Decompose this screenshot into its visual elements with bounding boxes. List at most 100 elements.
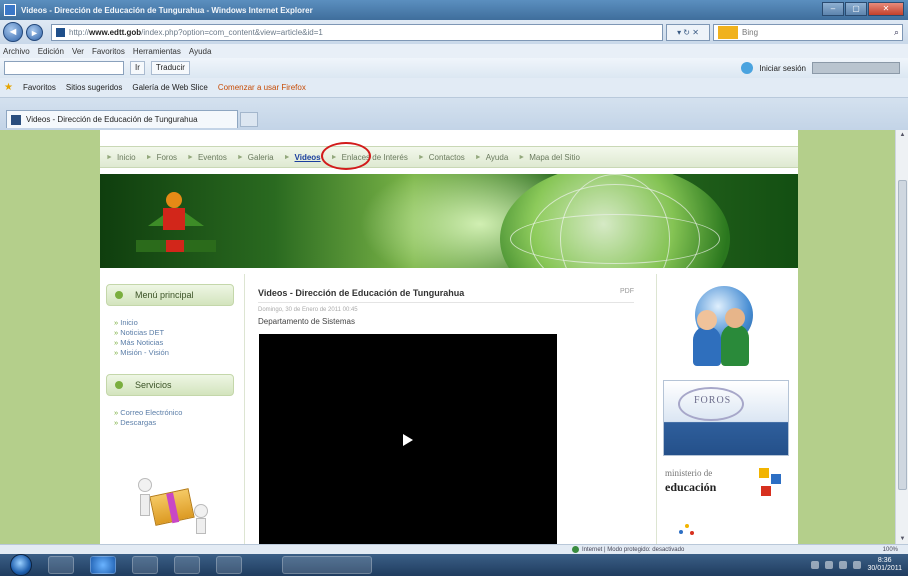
taskbar-media-player-icon[interactable] [48, 556, 74, 574]
ie-app-icon [4, 4, 16, 16]
toolbar-field[interactable] [812, 62, 900, 74]
forward-button[interactable]: ► [26, 23, 43, 41]
article-subtitle: Departamento de Sistemas [258, 317, 355, 326]
close-button[interactable]: ✕ [868, 2, 904, 16]
nav-item-contactos[interactable]: ► Contactos [418, 153, 465, 162]
minimize-button[interactable]: – [822, 2, 844, 16]
bullet-icon [115, 381, 123, 389]
menu-favoritos[interactable]: Favoritos [92, 47, 125, 56]
vertical-scrollbar[interactable]: ▲ ▼ [895, 130, 908, 544]
favorite-firefox[interactable]: Comenzar a usar Firefox [218, 83, 306, 92]
main-menu-header: Menú principal [106, 284, 234, 306]
play-icon[interactable] [403, 434, 413, 446]
nav-item-foros[interactable]: ► Foros [146, 153, 177, 162]
system-tray: 8:36 30/01/2011 [811, 557, 902, 573]
tray-icon[interactable] [825, 561, 834, 569]
window-title-bar[interactable]: Videos - Dirección de Educación de Tungu… [0, 0, 908, 20]
menu-ayuda[interactable]: Ayuda [189, 47, 212, 56]
main-content: Videos - Dirección de Educación de Tungu… [250, 274, 642, 544]
right-sidebar: FOROS ministerio de educación [656, 274, 796, 544]
site-page: ► Inicio ► Foros ► Eventos ► Galeria ► Videos… [100, 130, 798, 544]
site-nav-menu: ► Inicio ► Foros ► Eventos ► Galeria ► Videos… [100, 146, 798, 168]
nav-item-inicio[interactable]: ► Inicio [106, 153, 136, 162]
taskbar-window-button[interactable] [282, 556, 372, 574]
foros-banner[interactable]: FOROS [663, 380, 789, 456]
tab-favicon [11, 114, 21, 125]
taskbar: 8:36 30/01/2011 [0, 554, 908, 576]
left-sidebar: Menú principal Inicio Noticias DET Más N… [100, 274, 245, 544]
new-tab-button[interactable] [240, 112, 258, 127]
nav-item-videos[interactable]: ► Videos [284, 153, 321, 162]
highlight-circle [321, 142, 371, 170]
toolbar-search-input[interactable] [4, 61, 124, 75]
nav-item-galeria[interactable]: ► Galeria [237, 153, 274, 162]
tab-title: Videos - Dirección de Educación de Tungu… [26, 115, 198, 124]
zoom-level[interactable]: 100% [883, 547, 898, 553]
address-bar[interactable]: http://www.edtt.gob/index.php?option=com… [51, 23, 663, 41]
nav-item-ayuda[interactable]: ► Ayuda [475, 153, 508, 162]
ministerio-educacion-logo[interactable]: ministerio de educación [665, 464, 791, 514]
page-viewport: ► Inicio ► Foros ► Eventos ► Galeria ► Videos… [0, 130, 895, 544]
globe-graphic [500, 174, 730, 268]
taskbar-app-icon[interactable] [174, 556, 200, 574]
favorite-suggested-sites[interactable]: Sitios sugeridos [66, 83, 122, 92]
status-bar: Internet | Modo protegido: desactivado 1… [0, 544, 908, 554]
menu-edicion[interactable]: Edición [38, 47, 64, 56]
site-banner [100, 174, 798, 268]
favorites-star-icon[interactable]: ★ [4, 82, 13, 93]
bullet-icon [115, 291, 123, 299]
foros-label: FOROS [694, 395, 732, 406]
tray-icon[interactable] [811, 561, 820, 569]
address-domain: www.edtt.gob [89, 27, 142, 37]
tab-videos[interactable]: Videos - Dirección de Educación de Tungu… [6, 110, 238, 128]
taskbar-app-icon[interactable] [216, 556, 242, 574]
article-title: Videos - Dirección de Educación de Tungu… [258, 288, 465, 298]
scroll-up-arrow-icon[interactable]: ▲ [898, 132, 907, 138]
window-controls: – ▢ ✕ [822, 2, 904, 16]
gift-box-illustration [130, 474, 220, 536]
nav-item-mapa[interactable]: ► Mapa del Sitio [518, 153, 580, 162]
menu-bar: Archivo Edición Ver Favoritos Herramient… [0, 44, 908, 58]
sign-in-icon [741, 62, 754, 74]
sidebar-link-mas-noticias[interactable]: Más Noticias [114, 338, 163, 347]
tray-icon[interactable] [839, 561, 848, 569]
menu-archivo[interactable]: Archivo [3, 47, 30, 56]
clock[interactable]: 8:36 30/01/2011 [867, 557, 902, 573]
site-logo[interactable] [136, 188, 216, 260]
site-favicon [56, 27, 65, 37]
address-path: /index.php?option=com_content&view=artic… [141, 27, 323, 37]
address-row: ◄ ► http://www.edtt.gob/index.php?option… [0, 20, 908, 44]
taskbar-ie-icon[interactable] [90, 556, 116, 574]
volume-icon[interactable] [853, 561, 862, 569]
translate-button[interactable]: Traducir [150, 61, 190, 75]
back-button[interactable]: ◄ [3, 22, 23, 42]
sidebar-link-inicio[interactable]: Inicio [114, 318, 138, 327]
services-header: Servicios [106, 374, 234, 396]
toolbar: Ir Traducir Iniciar sesión [0, 58, 908, 78]
search-icon[interactable]: ⌕ [894, 27, 899, 38]
sidebar-link-mision[interactable]: Misión - Visión [114, 348, 169, 357]
taskbar-explorer-icon[interactable] [132, 556, 158, 574]
sidebar-link-correo[interactable]: Correo Electrónico [114, 408, 182, 417]
toolbar-go-button[interactable]: Ir [130, 61, 145, 75]
nav-item-eventos[interactable]: ► Eventos [187, 153, 227, 162]
decorative-dots [677, 522, 697, 538]
pdf-icon[interactable]: PDF [620, 288, 634, 295]
sidebar-link-descargas[interactable]: Descargas [114, 418, 156, 427]
sign-in-link[interactable]: Iniciar sesión [759, 64, 806, 73]
favorite-web-slice-gallery[interactable]: Galería de Web Slice [132, 83, 207, 92]
menu-herramientas[interactable]: Herramientas [133, 47, 181, 56]
search-box[interactable]: Bing ⌕ [713, 23, 903, 41]
refresh-stop-controls[interactable]: ▾ ↻ ✕ [666, 23, 710, 41]
menu-ver[interactable]: Ver [72, 47, 84, 56]
search-provider-label: Bing [742, 27, 759, 37]
sidebar-link-noticias[interactable]: Noticias DET [114, 328, 164, 337]
start-button[interactable] [10, 554, 32, 576]
msn-people-banner[interactable] [687, 286, 765, 376]
favorites-bar: ★ Favoritos Sitios sugeridos Galería de … [0, 78, 908, 98]
scrollbar-thumb[interactable] [898, 180, 907, 490]
maximize-button[interactable]: ▢ [845, 2, 867, 16]
video-player[interactable] [259, 334, 557, 544]
favorites-button[interactable]: Favoritos [23, 83, 56, 92]
scroll-down-arrow-icon[interactable]: ▼ [898, 536, 907, 542]
